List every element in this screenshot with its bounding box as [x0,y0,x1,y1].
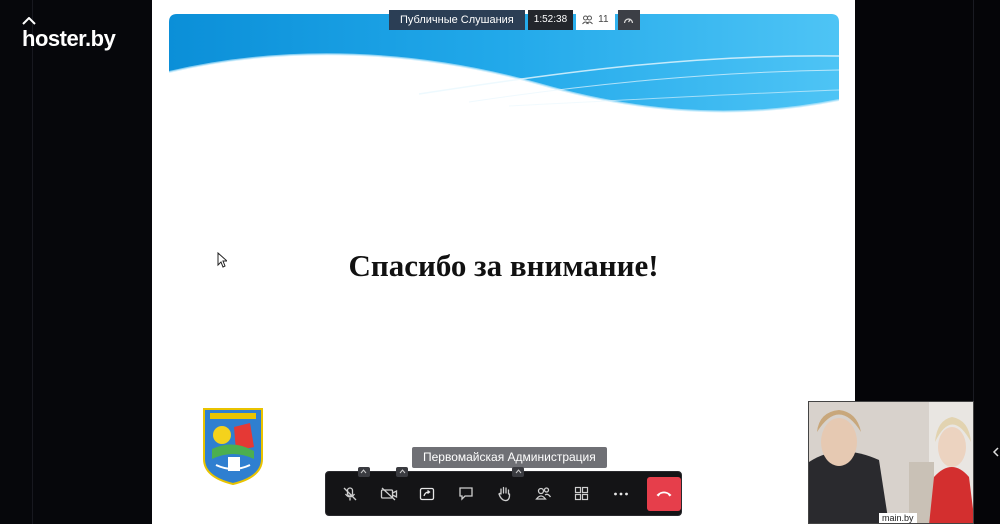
hangup-icon [656,491,672,497]
mic-off-icon [343,486,357,500]
meeting-info-bar: Публичные Слушания 1:52:38 11 [389,10,640,30]
thumbnail-label: main.by [879,513,917,523]
left-frame [0,0,152,524]
participants-button[interactable] [525,476,561,512]
chevron-up-icon [360,469,367,474]
hand-icon [497,486,510,502]
mic-options-caret[interactable] [357,466,370,477]
camera-options-caret[interactable] [396,466,409,477]
more-button[interactable] [603,476,639,512]
speaker-name-tag: Первомайская Администрация [412,447,607,468]
hoster-watermark: hoster.by [22,17,116,52]
people-icon [534,487,551,500]
microphone-muted-button[interactable] [332,466,370,512]
meeting-title: Публичные Слушания [389,10,525,30]
participants-count: 11 [598,14,609,25]
camera-off-button[interactable] [371,466,409,512]
participants-icon [582,15,594,25]
raise-hand-button[interactable] [487,466,525,512]
presentation-slide: Спасибо за внимание! [152,0,855,524]
roof-icon [22,17,36,25]
camera-off-icon [380,487,397,500]
meeting-timer: 1:52:38 [527,10,574,30]
chevron-up-icon [399,469,406,474]
participant-video-thumbnail[interactable]: main.by [808,401,974,524]
mouse-cursor-icon [217,252,227,268]
connection-indicator[interactable] [617,10,640,30]
chat-button[interactable] [448,476,484,512]
video-frame [809,402,973,523]
slide-heading: Спасибо за внимание! [348,248,659,283]
screen-share-button[interactable] [409,476,445,512]
chevron-up-icon [515,469,522,474]
call-toolbar [325,466,682,516]
grid-icon [575,486,589,501]
speedometer-icon [623,17,634,23]
more-icon [613,492,628,495]
chat-icon [459,487,473,501]
reactions-caret[interactable] [512,466,525,477]
chevron-left-icon[interactable] [992,447,1000,457]
slide-wave-banner [169,14,839,113]
tile-view-button[interactable] [564,476,600,512]
district-emblem-icon [203,408,263,485]
share-screen-icon [420,487,435,500]
leave-call-button[interactable] [647,476,682,511]
participants-counter[interactable]: 11 [576,10,615,30]
watermark-text: hoster.by [22,26,116,51]
